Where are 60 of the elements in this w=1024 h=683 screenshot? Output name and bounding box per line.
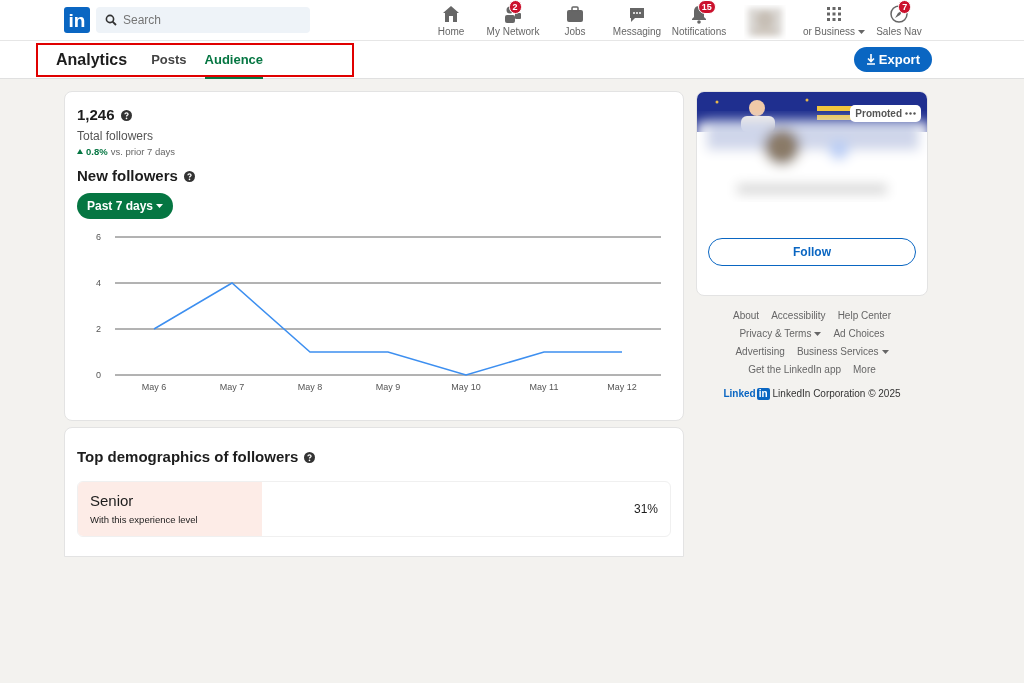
demographic-label: Senior bbox=[90, 491, 135, 512]
nav-item[interactable]: or Business bbox=[802, 4, 866, 39]
demographic-note: With this experience level bbox=[90, 512, 198, 527]
download-icon bbox=[865, 54, 876, 65]
footer-link[interactable]: Help Center bbox=[837, 308, 891, 323]
notification-badge: 2 bbox=[508, 0, 522, 14]
linkedin-logo: Linked in bbox=[723, 386, 770, 401]
axis-label: May 8 bbox=[297, 382, 323, 393]
range-dropdown[interactable]: Past 7 days bbox=[77, 193, 174, 220]
percent-value: 31% bbox=[633, 500, 659, 518]
axis-label: 4 bbox=[96, 278, 101, 289]
footer-link[interactable]: Get the LinkedIn app bbox=[748, 362, 842, 377]
section-title: New followers bbox=[77, 165, 178, 186]
search-icon bbox=[105, 14, 117, 26]
export-button[interactable]: Export bbox=[853, 46, 932, 73]
help-icon bbox=[120, 109, 132, 121]
axis-label: May 10 bbox=[451, 382, 481, 393]
axis-label: May 7 bbox=[219, 382, 245, 393]
house-icon bbox=[441, 4, 461, 24]
change-percent: 0.8% bbox=[86, 144, 108, 159]
briefcase-icon bbox=[565, 4, 585, 24]
page-title: Analytics bbox=[56, 49, 128, 70]
nav-item[interactable]: Messaging bbox=[612, 4, 662, 39]
axis-label: 6 bbox=[96, 232, 101, 243]
axis-label: May 9 bbox=[375, 382, 401, 393]
axis-label: May 6 bbox=[141, 382, 167, 393]
nav-item[interactable]: Home bbox=[437, 4, 465, 39]
footer-link[interactable]: Accessibility bbox=[771, 308, 826, 323]
section-title: Top demographics of followers bbox=[77, 447, 299, 467]
more-icon bbox=[905, 112, 916, 115]
axis-label: May 11 bbox=[529, 382, 559, 393]
axis-label: May 12 bbox=[607, 382, 637, 393]
notification-badge: 7 bbox=[898, 0, 912, 14]
footer-link[interactable]: About bbox=[733, 308, 760, 323]
caret-icon bbox=[858, 29, 866, 34]
copyright-text: LinkedIn Corporation © 2025 bbox=[772, 387, 901, 401]
caret-icon bbox=[156, 204, 164, 209]
tab[interactable]: Audience bbox=[204, 39, 264, 80]
search-field[interactable]: Search bbox=[96, 7, 310, 33]
follower-count: 1,246 bbox=[77, 105, 115, 125]
up-arrow-icon bbox=[77, 149, 83, 155]
logo[interactable]: in bbox=[64, 7, 90, 33]
follower-label: Total followers bbox=[77, 127, 155, 145]
nav-item[interactable]: Jobs bbox=[564, 4, 586, 39]
tab[interactable]: Posts bbox=[151, 39, 187, 80]
footer-link[interactable]: Advertising bbox=[735, 344, 785, 359]
footer-link[interactable]: More bbox=[853, 362, 876, 377]
promoted-label: Promoted bbox=[850, 105, 921, 122]
help-icon bbox=[304, 451, 316, 463]
help-icon bbox=[183, 170, 195, 182]
footer-link[interactable]: Business Services bbox=[796, 344, 889, 359]
axis-label: 2 bbox=[96, 324, 101, 335]
grid-icon bbox=[824, 4, 844, 24]
footer-link[interactable]: Ad Choices bbox=[833, 326, 885, 341]
axis-label: 0 bbox=[96, 370, 101, 381]
follow-button[interactable]: Follow bbox=[708, 238, 916, 266]
notification-badge: 15 bbox=[697, 0, 716, 14]
footer-link[interactable]: Privacy & Terms bbox=[739, 326, 822, 341]
change-note: vs. prior 7 days bbox=[110, 144, 176, 159]
compass-icon bbox=[889, 4, 909, 24]
